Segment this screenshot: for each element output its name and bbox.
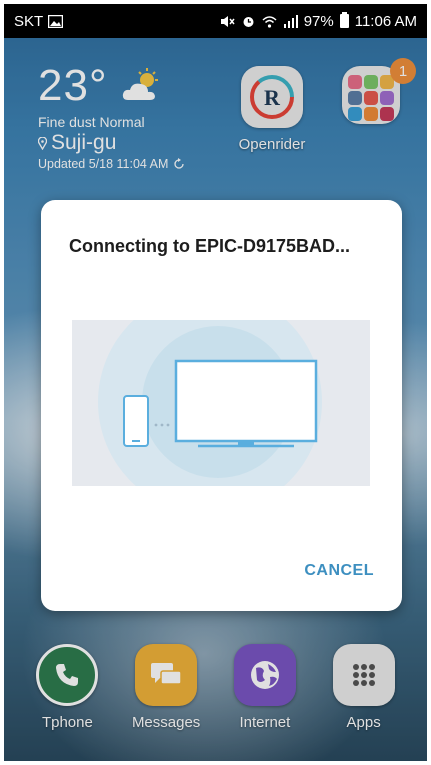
wifi-icon (262, 15, 277, 28)
carrier-label: SKT (14, 12, 44, 30)
battery-icon (339, 12, 349, 28)
phone-to-tv-icon (123, 359, 318, 448)
clock: 11:06 AM (354, 12, 417, 30)
signal-icon (283, 14, 298, 28)
battery-percent: 97% (303, 12, 334, 30)
home-screen: SKT 97% 11:06 AM 23° Fine dust Normal Su… (0, 0, 431, 765)
connecting-dialog: Connecting to EPIC-D9175BAD... CANCEL (41, 200, 402, 611)
screen-mirroring-illustration (72, 320, 370, 486)
cancel-button[interactable]: CANCEL (304, 562, 374, 580)
dialog-title: Connecting to EPIC-D9175BAD... (69, 236, 351, 256)
status-bar: SKT 97% 11:06 AM (4, 4, 427, 38)
gallery-icon (48, 14, 64, 28)
alarm-icon (243, 16, 254, 27)
mute-icon (220, 15, 235, 27)
